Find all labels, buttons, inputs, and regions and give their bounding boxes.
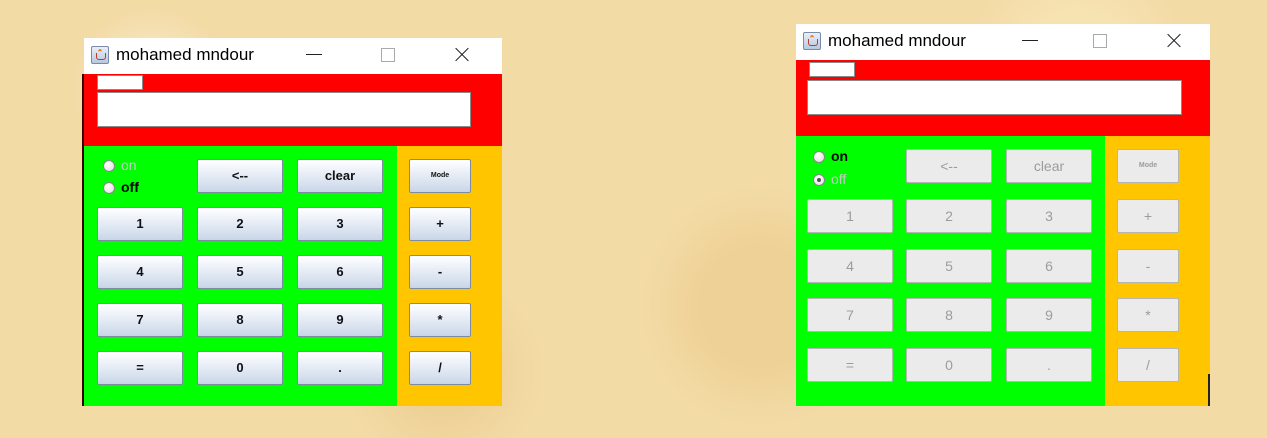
backspace-button[interactable]: <-- (906, 149, 992, 183)
maximize-icon[interactable] (1088, 30, 1112, 52)
equals-button[interactable]: = (97, 351, 183, 385)
mode-button[interactable]: Mode (409, 159, 471, 193)
title-bar[interactable]: mohamed mndour (796, 24, 1210, 60)
java-icon (91, 46, 109, 64)
clear-button[interactable]: clear (297, 159, 383, 193)
digit-1-button[interactable]: 1 (97, 207, 183, 241)
divide-button[interactable]: / (409, 351, 471, 385)
window-title: mohamed mndour (828, 31, 966, 50)
keypad-panel: on off <-- clear 1 2 3 4 5 6 7 8 9 = 0 . (796, 136, 1105, 406)
display-field[interactable] (807, 80, 1182, 115)
digit-8-button[interactable]: 8 (197, 303, 283, 337)
digit-3-button[interactable]: 3 (1006, 199, 1092, 233)
minus-button[interactable]: - (1117, 249, 1179, 283)
digit-4-button[interactable]: 4 (97, 255, 183, 289)
radio-off[interactable]: off (813, 170, 846, 188)
display-panel (796, 60, 1210, 136)
digit-7-button[interactable]: 7 (807, 298, 893, 332)
clear-button[interactable]: clear (1006, 149, 1092, 183)
digit-2-button[interactable]: 2 (906, 199, 992, 233)
keypad-panel: on off <-- clear 1 2 3 4 5 6 7 8 9 = 0 . (84, 146, 397, 406)
digit-0-button[interactable]: 0 (906, 348, 992, 382)
digit-6-button[interactable]: 6 (1006, 249, 1092, 283)
maximize-icon[interactable] (376, 44, 400, 66)
plus-button[interactable]: + (409, 207, 471, 241)
plus-button[interactable]: + (1117, 199, 1179, 233)
dot-button[interactable]: . (1006, 348, 1092, 382)
operator-panel: Mode + - * / (1105, 136, 1210, 406)
digit-6-button[interactable]: 6 (297, 255, 383, 289)
radio-off-label: off (831, 171, 847, 187)
close-icon[interactable] (450, 44, 474, 66)
dot-button[interactable]: . (297, 351, 383, 385)
operator-panel: Mode + - * / (397, 146, 502, 406)
multiply-button[interactable]: * (1117, 298, 1179, 332)
minimize-icon[interactable] (1018, 30, 1042, 52)
title-bar[interactable]: mohamed mndour (84, 38, 502, 74)
window-right-edge (1208, 374, 1210, 406)
calculator-window-1: mohamed mndour on off <-- clear 1 2 3 4 … (82, 38, 502, 406)
close-icon[interactable] (1162, 30, 1186, 52)
window-title: mohamed mndour (116, 45, 254, 64)
radio-off[interactable]: off (103, 178, 139, 196)
backspace-button[interactable]: <-- (197, 159, 283, 193)
radio-off-dot (103, 182, 115, 194)
digit-5-button[interactable]: 5 (906, 249, 992, 283)
mode-indicator-field[interactable] (97, 75, 143, 90)
display-panel (84, 74, 502, 146)
digit-3-button[interactable]: 3 (297, 207, 383, 241)
divide-button[interactable]: / (1117, 348, 1179, 382)
radio-off-dot (813, 174, 825, 186)
digit-5-button[interactable]: 5 (197, 255, 283, 289)
radio-on-dot (813, 151, 825, 163)
radio-on-label: on (121, 157, 137, 173)
radio-on-dot (103, 160, 115, 172)
display-field[interactable] (97, 92, 471, 127)
java-icon (803, 32, 821, 50)
multiply-button[interactable]: * (409, 303, 471, 337)
mode-button[interactable]: Mode (1117, 149, 1179, 183)
minimize-icon[interactable] (302, 44, 326, 66)
mode-indicator-field[interactable] (809, 62, 855, 77)
radio-on[interactable]: on (813, 147, 848, 165)
radio-on-label: on (831, 148, 849, 164)
digit-1-button[interactable]: 1 (807, 199, 893, 233)
calculator-window-2: mohamed mndour on off <-- clear 1 2 3 4 … (796, 24, 1210, 406)
digit-4-button[interactable]: 4 (807, 249, 893, 283)
digit-9-button[interactable]: 9 (1006, 298, 1092, 332)
digit-2-button[interactable]: 2 (197, 207, 283, 241)
equals-button[interactable]: = (807, 348, 893, 382)
digit-7-button[interactable]: 7 (97, 303, 183, 337)
digit-0-button[interactable]: 0 (197, 351, 283, 385)
digit-8-button[interactable]: 8 (906, 298, 992, 332)
minus-button[interactable]: - (409, 255, 471, 289)
radio-on[interactable]: on (103, 156, 137, 174)
radio-off-label: off (121, 179, 139, 195)
digit-9-button[interactable]: 9 (297, 303, 383, 337)
